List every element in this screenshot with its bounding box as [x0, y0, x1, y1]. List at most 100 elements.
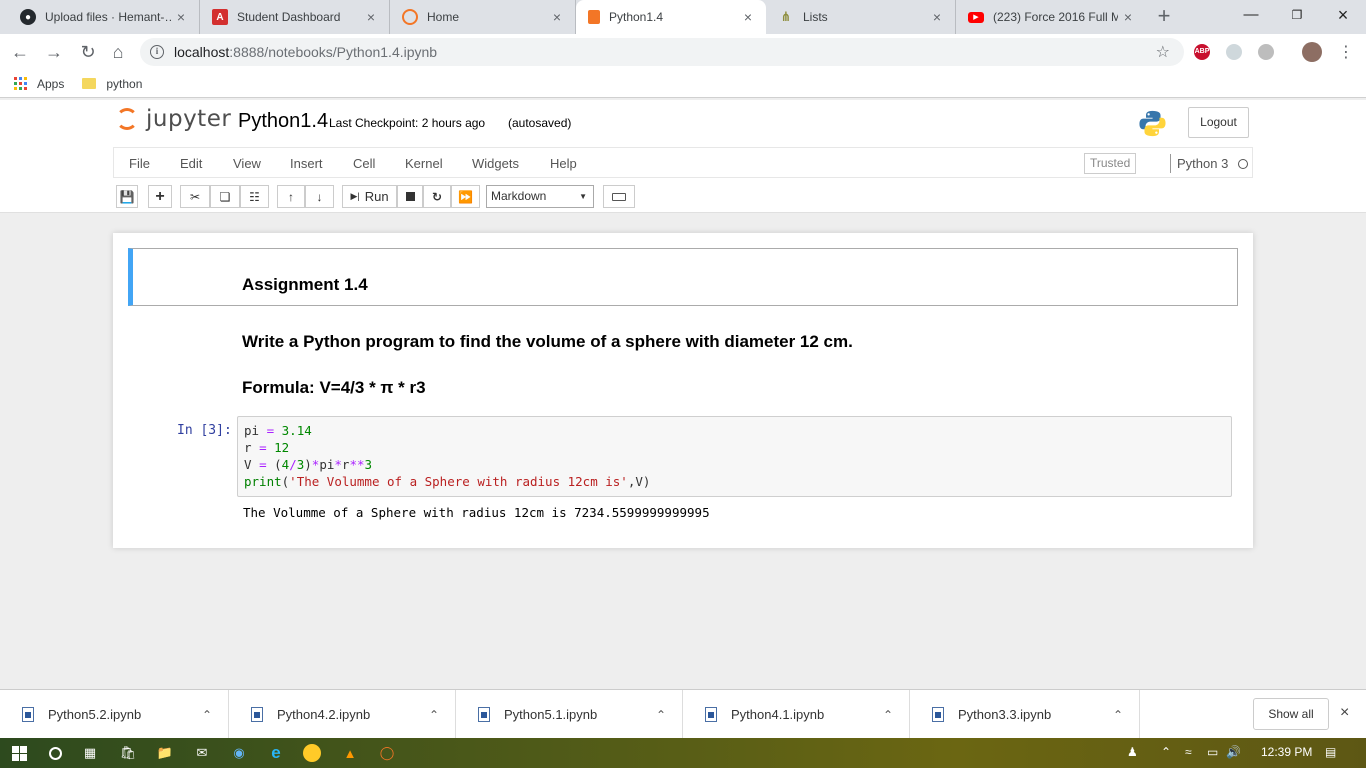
restart-run-all-button[interactable]: ⏩: [451, 185, 480, 208]
menu-help[interactable]: Help: [550, 156, 577, 171]
chevron-up-icon[interactable]: ⌃: [429, 708, 439, 722]
extension-icon[interactable]: [1226, 44, 1242, 60]
menu-cell[interactable]: Cell: [353, 156, 375, 171]
close-shelf-icon[interactable]: ×: [1340, 704, 1349, 722]
close-tab-icon[interactable]: ×: [547, 9, 567, 25]
people-icon[interactable]: ♟: [1127, 745, 1138, 759]
download-item[interactable]: Python5.2.ipynb ⌃: [0, 690, 229, 739]
jupyter-logo[interactable]: jupyter: [116, 106, 231, 132]
cut-button[interactable]: ✂: [180, 185, 210, 208]
bookmarks-bar: Apps python: [0, 70, 1366, 98]
menu-kernel[interactable]: Kernel: [405, 156, 443, 171]
download-item[interactable]: Python5.1.ipynb ⌃: [456, 690, 683, 739]
chevron-up-icon[interactable]: ⌃: [1161, 745, 1171, 759]
menu-edit[interactable]: Edit: [180, 156, 202, 171]
menu-widgets[interactable]: Widgets: [472, 156, 519, 171]
mail-icon[interactable]: ✉: [192, 743, 212, 763]
vlc-icon[interactable]: ▲: [340, 743, 360, 763]
bookmark-apps[interactable]: Apps: [14, 77, 64, 91]
menu-insert[interactable]: Insert: [290, 156, 323, 171]
edge-icon[interactable]: e: [266, 743, 286, 763]
kernel-idle-icon: [1238, 158, 1249, 169]
volume-icon[interactable]: 🔊: [1226, 745, 1241, 759]
run-button[interactable]: ▶| Run: [342, 185, 397, 208]
tab-youtube[interactable]: ▶ (223) Force 2016 Full M ×: [956, 0, 1146, 34]
new-tab-button[interactable]: +: [1152, 4, 1176, 30]
close-window-button[interactable]: ×: [1320, 0, 1366, 30]
jupyter-wordmark: jupyter: [146, 106, 232, 132]
chrome-icon[interactable]: [303, 744, 321, 762]
task-view-icon[interactable]: ▦: [80, 743, 100, 763]
battery-icon[interactable]: ▭: [1207, 745, 1218, 759]
download-item[interactable]: Python4.1.ipynb ⌃: [683, 690, 910, 739]
chevron-up-icon[interactable]: ⌃: [1113, 708, 1123, 722]
insert-cell-button[interactable]: +: [148, 185, 172, 208]
close-tab-icon[interactable]: ×: [1118, 9, 1138, 25]
restore-button[interactable]: ❐: [1274, 0, 1320, 30]
notebook-name[interactable]: Python1.4: [238, 110, 328, 133]
notebook-menubar: File Edit View Insert Cell Kernel Widget…: [113, 147, 1253, 178]
tab-upload-files[interactable]: ● Upload files · Hemant-… ×: [8, 0, 200, 34]
back-button[interactable]: ←: [8, 40, 32, 64]
bookmark-label: python: [106, 76, 143, 91]
tab-lists[interactable]: ⋔ Lists ×: [766, 0, 956, 34]
info-icon[interactable]: i: [150, 45, 164, 59]
jupyter-taskbar-icon[interactable]: ◯: [377, 743, 397, 763]
code-line-4: print('The Volumme of a Sphere with radi…: [244, 474, 651, 489]
kernel-indicator: Python 3: [1170, 154, 1249, 173]
jupyter-header: jupyter Python1.4 Last Checkpoint: 2 hou…: [0, 100, 1366, 213]
copy-button[interactable]: ❏: [210, 185, 240, 208]
minimize-button[interactable]: —: [1228, 0, 1274, 30]
extension-circle-icon[interactable]: [1258, 44, 1274, 60]
show-all-downloads-button[interactable]: Show all: [1253, 698, 1329, 730]
browser-menu-icon[interactable]: ⋮: [1338, 42, 1354, 62]
trusted-indicator[interactable]: Trusted: [1084, 153, 1137, 174]
tab-student-dashboard[interactable]: A Student Dashboard ×: [200, 0, 390, 34]
clock-time[interactable]: 12:39 PM: [1261, 745, 1312, 759]
search-icon[interactable]: [45, 743, 65, 763]
file-explorer-icon[interactable]: 📁: [155, 743, 175, 763]
cell-type-select[interactable]: Markdown ▼: [486, 185, 594, 208]
app-icon[interactable]: ◉: [229, 743, 249, 763]
profile-avatar[interactable]: [1302, 42, 1322, 62]
save-button[interactable]: 💾: [116, 185, 138, 208]
address-bar[interactable]: i localhost:8888/notebooks/Python1.4.ipy…: [140, 38, 1184, 66]
folder-icon: [82, 78, 97, 89]
download-item[interactable]: Python3.3.ipynb ⌃: [910, 690, 1140, 739]
chevron-up-icon[interactable]: ⌃: [656, 708, 666, 722]
chevron-up-icon[interactable]: ⌃: [202, 708, 212, 722]
apps-grid-icon: [14, 77, 27, 90]
notifications-icon[interactable]: ▤: [1325, 745, 1336, 759]
interrupt-button[interactable]: [397, 185, 423, 208]
command-palette-button[interactable]: [603, 185, 635, 208]
bookmark-python[interactable]: python: [82, 77, 142, 91]
move-down-button[interactable]: ↓: [305, 185, 334, 208]
tab-home[interactable]: Home ×: [390, 0, 576, 34]
menu-view[interactable]: View: [233, 156, 261, 171]
bookmark-star-icon[interactable]: ☆: [1156, 42, 1170, 62]
adblock-plus-icon[interactable]: ABP: [1194, 44, 1210, 60]
home-button[interactable]: ⌂: [106, 40, 130, 64]
download-item[interactable]: Python4.2.ipynb ⌃: [229, 690, 456, 739]
restart-kernel-button[interactable]: ↻: [423, 185, 451, 208]
store-icon[interactable]: 🛍: [118, 743, 138, 763]
reload-button[interactable]: ↻: [76, 40, 100, 64]
windows-start-icon[interactable]: [9, 743, 29, 763]
move-up-button[interactable]: ↑: [277, 185, 305, 208]
forward-button[interactable]: →: [42, 40, 66, 64]
jupyter-logo-icon: [116, 108, 138, 130]
chevron-up-icon[interactable]: ⌃: [883, 708, 893, 722]
menu-file[interactable]: File: [129, 156, 150, 171]
tab-python1-4[interactable]: Python1.4 ×: [576, 0, 766, 34]
github-icon: ●: [20, 9, 36, 25]
wifi-icon[interactable]: ≈: [1185, 745, 1192, 759]
paste-button[interactable]: ☷: [240, 185, 269, 208]
close-tab-icon[interactable]: ×: [171, 9, 191, 25]
close-tab-icon[interactable]: ×: [361, 9, 381, 25]
close-tab-icon[interactable]: ×: [738, 9, 758, 25]
logout-button[interactable]: Logout: [1188, 107, 1249, 138]
close-tab-icon[interactable]: ×: [927, 9, 947, 25]
arrow-up-icon: ↑: [288, 189, 294, 204]
notebook-file-icon: [22, 707, 34, 722]
code-cell-editor[interactable]: pi = 3.14 r = 12 V = (4/3)*pi*r**3 print…: [237, 416, 1232, 497]
